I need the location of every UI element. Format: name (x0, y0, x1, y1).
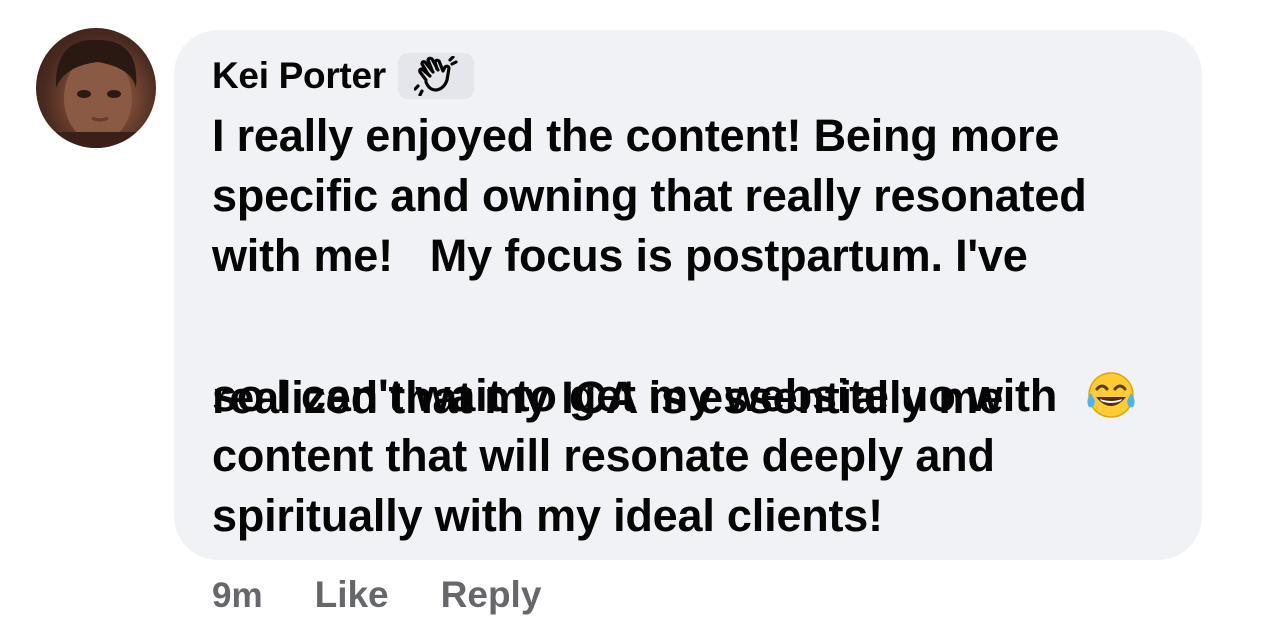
author-name[interactable]: Kei Porter (212, 55, 386, 97)
comment-line: specific and owning that really resonate… (212, 170, 1087, 221)
comment-line-with-emoji: realized that my ICA is essentially me (212, 286, 1192, 423)
reply-button[interactable]: Reply (441, 574, 542, 616)
like-button[interactable]: Like (315, 574, 389, 616)
comment-line: I really enjoyed the content! Being more (212, 110, 1060, 161)
comment-line: spiritually with my ideal clients! (212, 490, 883, 541)
comment-actions: 9m Like Reply (212, 574, 541, 616)
timestamp[interactable]: 9m (212, 576, 263, 616)
avatar[interactable] (36, 28, 156, 148)
comment-line: with me! My focus is postpartum. I've (212, 230, 1028, 281)
comment-text: I really enjoyed the content! Being more… (212, 106, 1192, 546)
comment-line: so I can't wait to get my website uo wit… (212, 370, 1058, 421)
comment-header: Kei Porter (212, 52, 474, 100)
waving-hand-icon (397, 53, 474, 99)
